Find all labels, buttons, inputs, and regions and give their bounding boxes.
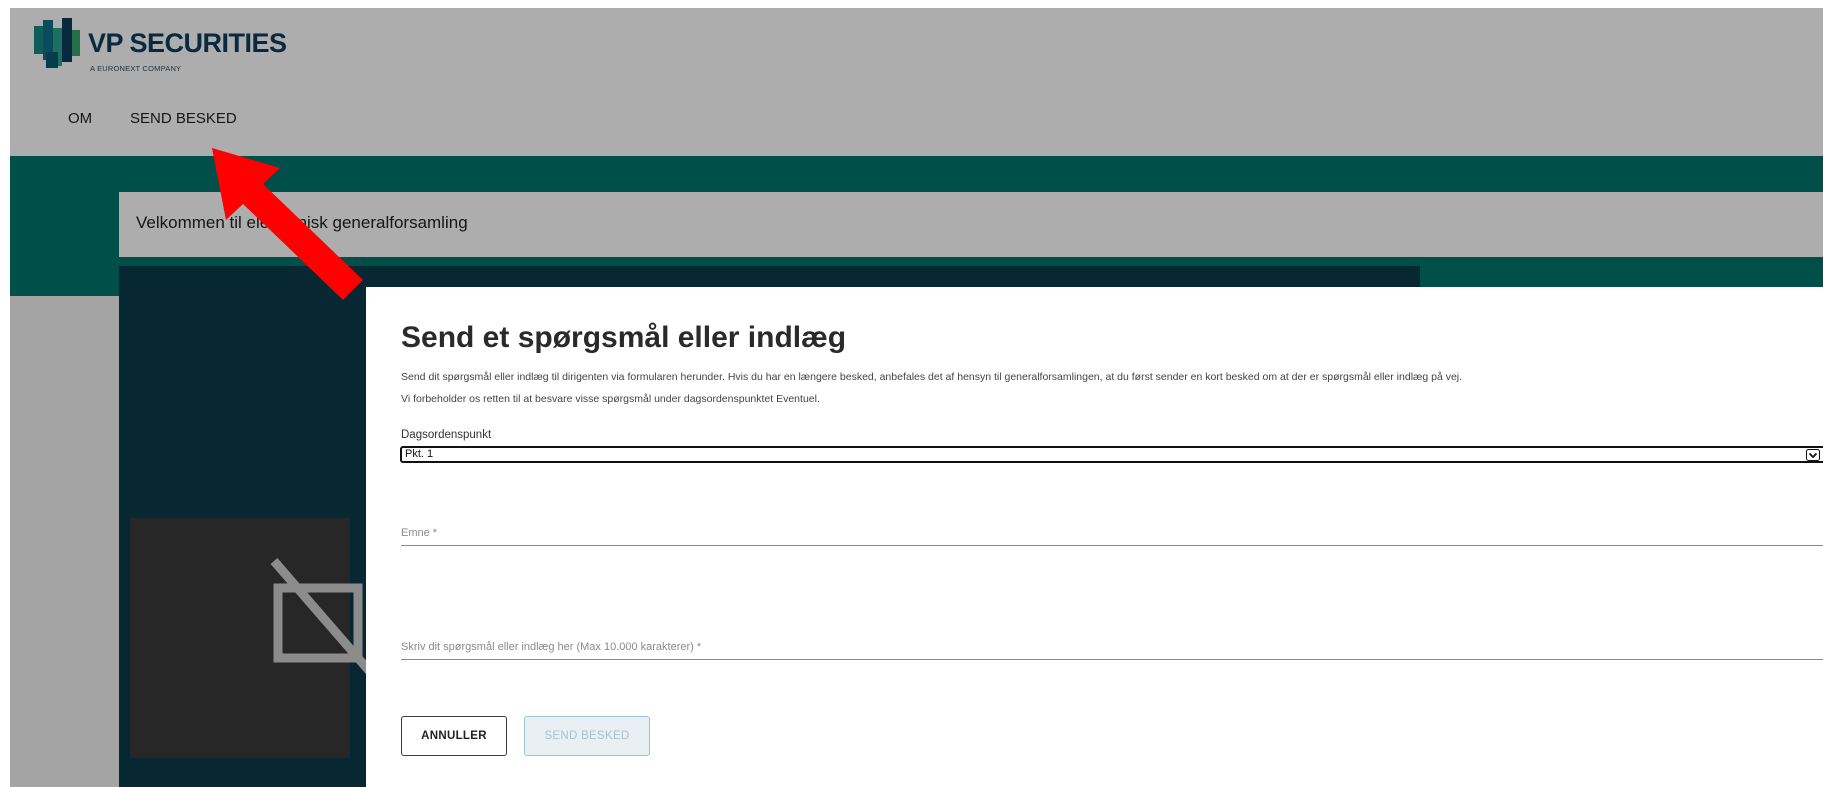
send-message-dialog: Send et spørgsmål eller indlæg Send dit … bbox=[366, 287, 1823, 787]
subject-field[interactable]: Emne * bbox=[401, 520, 1823, 546]
dialog-description-line-2: Vi forbeholder os retten til at besvare … bbox=[401, 393, 820, 405]
agenda-select[interactable]: Pkt. 1 bbox=[400, 446, 1823, 463]
dialog-title: Send et spørgsmål eller indlæg bbox=[401, 321, 847, 354]
chevron-down-icon bbox=[1806, 449, 1820, 461]
dialog-description: Send dit spørgsmål eller indlæg til diri… bbox=[401, 366, 1823, 410]
agenda-selected-value: Pkt. 1 bbox=[405, 448, 434, 460]
send-button[interactable]: SEND BESKED bbox=[524, 716, 650, 756]
dialog-description-line-1: Send dit spørgsmål eller indlæg til diri… bbox=[401, 371, 1463, 383]
subject-placeholder: Emne * bbox=[401, 527, 438, 539]
agenda-label: Dagsordenspunkt bbox=[401, 429, 492, 441]
page: VP SECURITIES A EURONEXT COMPANY OM SEND… bbox=[10, 8, 1823, 787]
message-field[interactable]: Skriv dit spørgsmål eller indlæg her (Ma… bbox=[401, 629, 1823, 660]
cancel-button[interactable]: ANNULLER bbox=[401, 716, 507, 756]
message-placeholder: Skriv dit spørgsmål eller indlæg her (Ma… bbox=[401, 641, 702, 653]
